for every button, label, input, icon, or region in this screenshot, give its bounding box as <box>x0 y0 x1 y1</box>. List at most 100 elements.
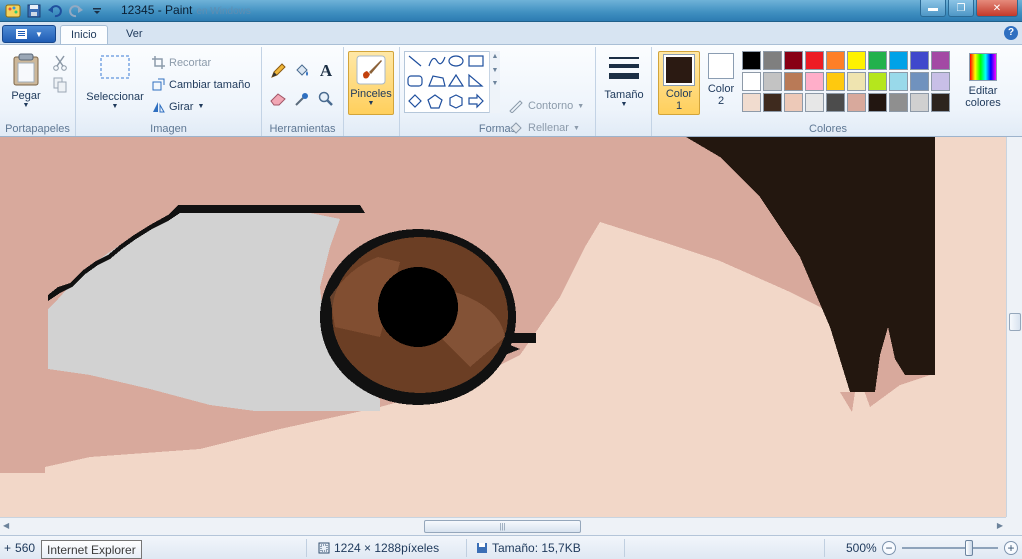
palette-swatch[interactable] <box>742 51 761 70</box>
scroll-down-icon[interactable]: ▼ <box>490 67 500 74</box>
palette-swatch[interactable] <box>889 93 908 112</box>
chevron-down-icon: ▼ <box>111 103 119 110</box>
maximize-icon[interactable]: ❐ <box>948 0 974 17</box>
palette-swatch[interactable] <box>910 93 929 112</box>
divider <box>306 539 307 557</box>
rotate-button[interactable]: Girar ▼ <box>152 100 204 113</box>
tab-inicio[interactable]: Inicio <box>60 25 108 45</box>
minimize-icon[interactable]: ▬ <box>920 0 946 17</box>
eraser-icon[interactable] <box>268 89 288 109</box>
group-label: Colores <box>809 123 847 135</box>
taskbar-tooltip: Internet Explorer <box>41 540 142 559</box>
save-icon[interactable] <box>25 2 43 19</box>
palette-swatch[interactable] <box>763 51 782 70</box>
palette-swatch[interactable] <box>931 72 950 91</box>
window-title: 12345 - Paint en Windows <box>121 3 251 17</box>
undo-icon[interactable] <box>46 2 64 19</box>
image-dimensions: 1224 × 1288píxeles <box>318 541 439 555</box>
fill-button[interactable]: Rellenar ▼ <box>508 121 580 135</box>
color1-button[interactable]: Color 1 <box>658 51 700 115</box>
customize-dropdown-icon[interactable] <box>88 2 106 19</box>
crop-icon <box>152 56 165 69</box>
chevron-down-icon: ▼ <box>197 103 205 110</box>
palette-swatch[interactable] <box>742 72 761 91</box>
palette-swatch[interactable] <box>889 72 908 91</box>
palette-swatch[interactable] <box>847 93 866 112</box>
palette-swatch[interactable] <box>805 72 824 91</box>
cut-icon[interactable] <box>50 53 70 73</box>
file-size: Tamaño: 15,7KB <box>476 541 581 555</box>
text-tool-icon[interactable]: A <box>316 61 336 81</box>
zoom-slider-track[interactable] <box>902 547 998 549</box>
help-icon[interactable]: ? <box>1004 26 1018 40</box>
palette-swatch[interactable] <box>868 51 887 70</box>
palette-swatch[interactable] <box>805 93 824 112</box>
outline-button[interactable]: Contorno ▼ <box>508 99 584 113</box>
magnifier-icon[interactable] <box>316 89 336 109</box>
zoom-slider-thumb[interactable] <box>965 540 974 556</box>
palette-swatch[interactable] <box>826 51 845 70</box>
redo-icon[interactable] <box>67 2 85 19</box>
palette-swatch[interactable] <box>931 93 950 112</box>
quick-access-toolbar <box>4 2 106 19</box>
palette-swatch[interactable] <box>784 51 803 70</box>
pencil-icon[interactable] <box>268 61 288 81</box>
expand-gallery-icon[interactable]: ▼ <box>490 80 500 87</box>
tab-ver[interactable]: Ver <box>116 25 153 45</box>
palette-swatch[interactable] <box>784 93 803 112</box>
chevron-down-icon: ▼ <box>577 102 585 110</box>
disk-icon <box>477 543 487 553</box>
palette-swatch[interactable] <box>931 51 950 70</box>
edit-colors-button[interactable]: Editar colores <box>962 53 1004 109</box>
palette-swatch[interactable] <box>868 93 887 112</box>
copy-icon[interactable] <box>50 75 70 95</box>
shapes-scrollbar[interactable]: ▲ ▼ ▼ <box>489 51 500 113</box>
drawing-canvas[interactable] <box>0 137 1006 517</box>
palette-swatch[interactable] <box>847 51 866 70</box>
color2-button[interactable]: Color 2 <box>702 53 740 107</box>
palette-swatch[interactable] <box>889 51 908 70</box>
horizontal-scroll-thumb[interactable]: ||| <box>424 520 581 533</box>
vertical-scroll-thumb[interactable] <box>1009 313 1021 331</box>
paint-app-icon[interactable] <box>4 2 22 19</box>
fill-bucket-icon[interactable] <box>292 61 312 81</box>
color-palette <box>742 51 950 112</box>
title-bar: 12345 - Paint en Windows ▬ ❐ ✕ <box>0 0 1022 22</box>
color-picker-icon[interactable] <box>292 89 312 109</box>
shapes-gallery-icons[interactable] <box>405 52 489 112</box>
palette-swatch[interactable] <box>784 72 803 91</box>
paste-button[interactable]: Pegar ▼ <box>6 53 46 109</box>
palette-swatch[interactable] <box>847 72 866 91</box>
palette-swatch[interactable] <box>910 72 929 91</box>
palette-swatch[interactable] <box>826 72 845 91</box>
resize-button[interactable]: Cambiar tamaño <box>152 78 250 91</box>
horizontal-scrollbar[interactable]: ◀ ||| ▶ <box>0 517 1006 535</box>
palette-swatch[interactable] <box>763 72 782 91</box>
palette-swatch[interactable] <box>742 93 761 112</box>
fill-icon <box>510 122 522 134</box>
zoom-out-icon[interactable]: − <box>882 541 896 555</box>
palette-swatch[interactable] <box>805 51 824 70</box>
scroll-up-icon[interactable]: ▲ <box>490 53 500 60</box>
palette-swatch[interactable] <box>868 72 887 91</box>
zoom-level: 500% <box>846 541 877 555</box>
vertical-scrollbar[interactable] <box>1006 137 1022 517</box>
scroll-left-icon[interactable]: ◀ <box>3 521 9 530</box>
palette-swatch[interactable] <box>910 51 929 70</box>
brushes-button[interactable]: Pinceles ▼ <box>348 51 394 115</box>
paint-menu-button[interactable]: ▼ <box>2 25 56 43</box>
color2-swatch <box>708 53 734 79</box>
menu-icon <box>16 29 28 39</box>
crop-button[interactable]: Recortar <box>152 56 211 69</box>
color1-swatch <box>663 54 695 86</box>
close-icon[interactable]: ✕ <box>976 0 1018 17</box>
divider <box>824 539 825 557</box>
size-button[interactable]: Tamaño ▼ <box>600 53 648 108</box>
palette-swatch[interactable] <box>826 93 845 112</box>
status-bar: + 560 1224 × 1288píxeles Tamaño: 15,7KB … <box>0 535 1022 559</box>
select-button[interactable]: Seleccionar ▼ <box>82 53 148 110</box>
group-size: Tamaño ▼ <box>596 47 652 136</box>
scroll-right-icon[interactable]: ▶ <box>997 521 1003 530</box>
zoom-in-icon[interactable]: + <box>1004 541 1018 555</box>
palette-swatch[interactable] <box>763 93 782 112</box>
